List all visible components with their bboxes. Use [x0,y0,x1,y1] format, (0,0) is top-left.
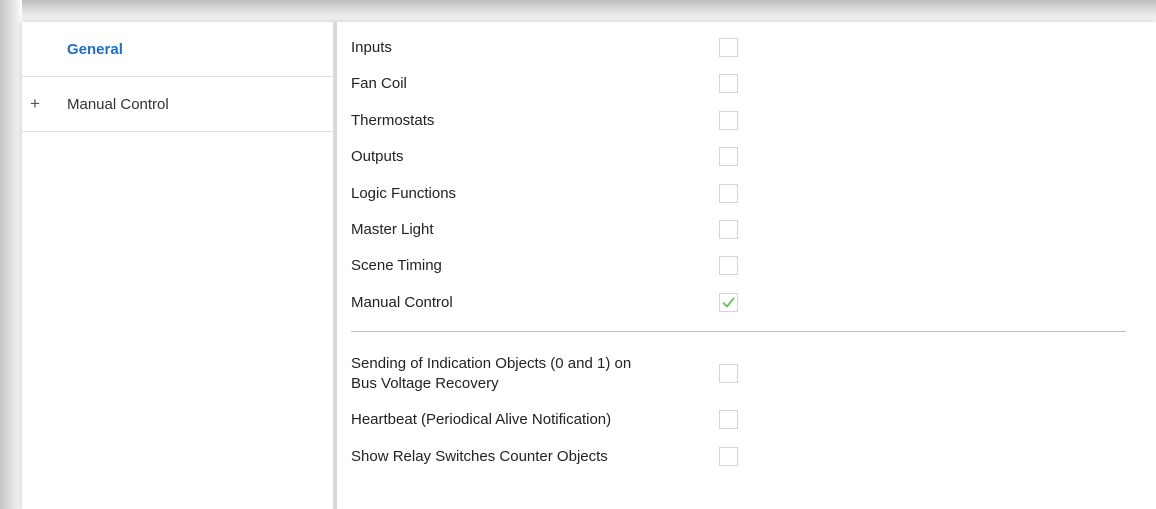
general-parameters-panel: Inputs Fan Coil Thermostats Outputs Logi… [337,22,1156,509]
option-row-master-light: Master Light [351,220,738,240]
option-label: Fan Coil [351,75,407,92]
sidebar-item-label: Manual Control [67,95,169,113]
sidebar-item-label: General [67,40,123,58]
option-label: Manual Control [351,294,453,311]
option-label-line-2: Bus Voltage Recovery [351,375,499,392]
manual-control-checkbox[interactable] [719,293,738,312]
sidebar-item-general[interactable]: General [22,22,333,77]
master-light-checkbox[interactable] [719,220,738,239]
window-shadow-top [0,0,1156,22]
option-label: Scene Timing [351,257,442,274]
option-row-scene-timing: Scene Timing [351,256,738,276]
option-label: Logic Functions [351,185,457,202]
sidebar-item-manual-control[interactable]: + Manual Control [22,77,333,132]
option-label: Inputs [351,39,392,56]
relay-counter-checkbox[interactable] [719,447,738,466]
option-label: Thermostats [351,112,435,129]
option-label: Master Light [351,221,434,238]
thermostats-checkbox[interactable] [719,111,738,130]
plus-icon[interactable]: + [28,94,42,114]
logic-functions-checkbox[interactable] [719,184,738,203]
parameters-window: General + Manual Control Inputs Fan Coil… [22,22,1156,509]
heartbeat-checkbox[interactable] [719,410,738,429]
sidebar: General + Manual Control [22,22,337,509]
option-row-manual-control: Manual Control [351,293,738,313]
indication-objects-checkbox[interactable] [719,364,738,383]
inputs-checkbox[interactable] [719,38,738,57]
option-row-logic-functions: Logic Functions [351,184,738,204]
option-label: Heartbeat (Periodical Alive Notification… [351,411,612,428]
option-label-line-1: Sending of Indication Objects (0 and 1) … [351,355,632,372]
option-row-outputs: Outputs [351,147,738,167]
section-divider [351,331,1126,332]
option-label: Outputs [351,148,404,165]
fan-coil-checkbox[interactable] [719,74,738,93]
check-icon [722,297,735,308]
scene-timing-checkbox[interactable] [719,256,738,275]
option-row-indication-objects: Sending of Indication Objects (0 and 1) … [351,354,738,394]
option-row-heartbeat: Heartbeat (Periodical Alive Notification… [351,410,738,430]
option-row-fan-coil: Fan Coil [351,74,738,94]
window-shadow-left [0,0,22,509]
option-label: Show Relay Switches Counter Objects [351,448,608,465]
option-row-relay-counter: Show Relay Switches Counter Objects [351,447,738,467]
option-row-inputs: Inputs [351,38,738,58]
option-row-thermostats: Thermostats [351,111,738,131]
outputs-checkbox[interactable] [719,147,738,166]
